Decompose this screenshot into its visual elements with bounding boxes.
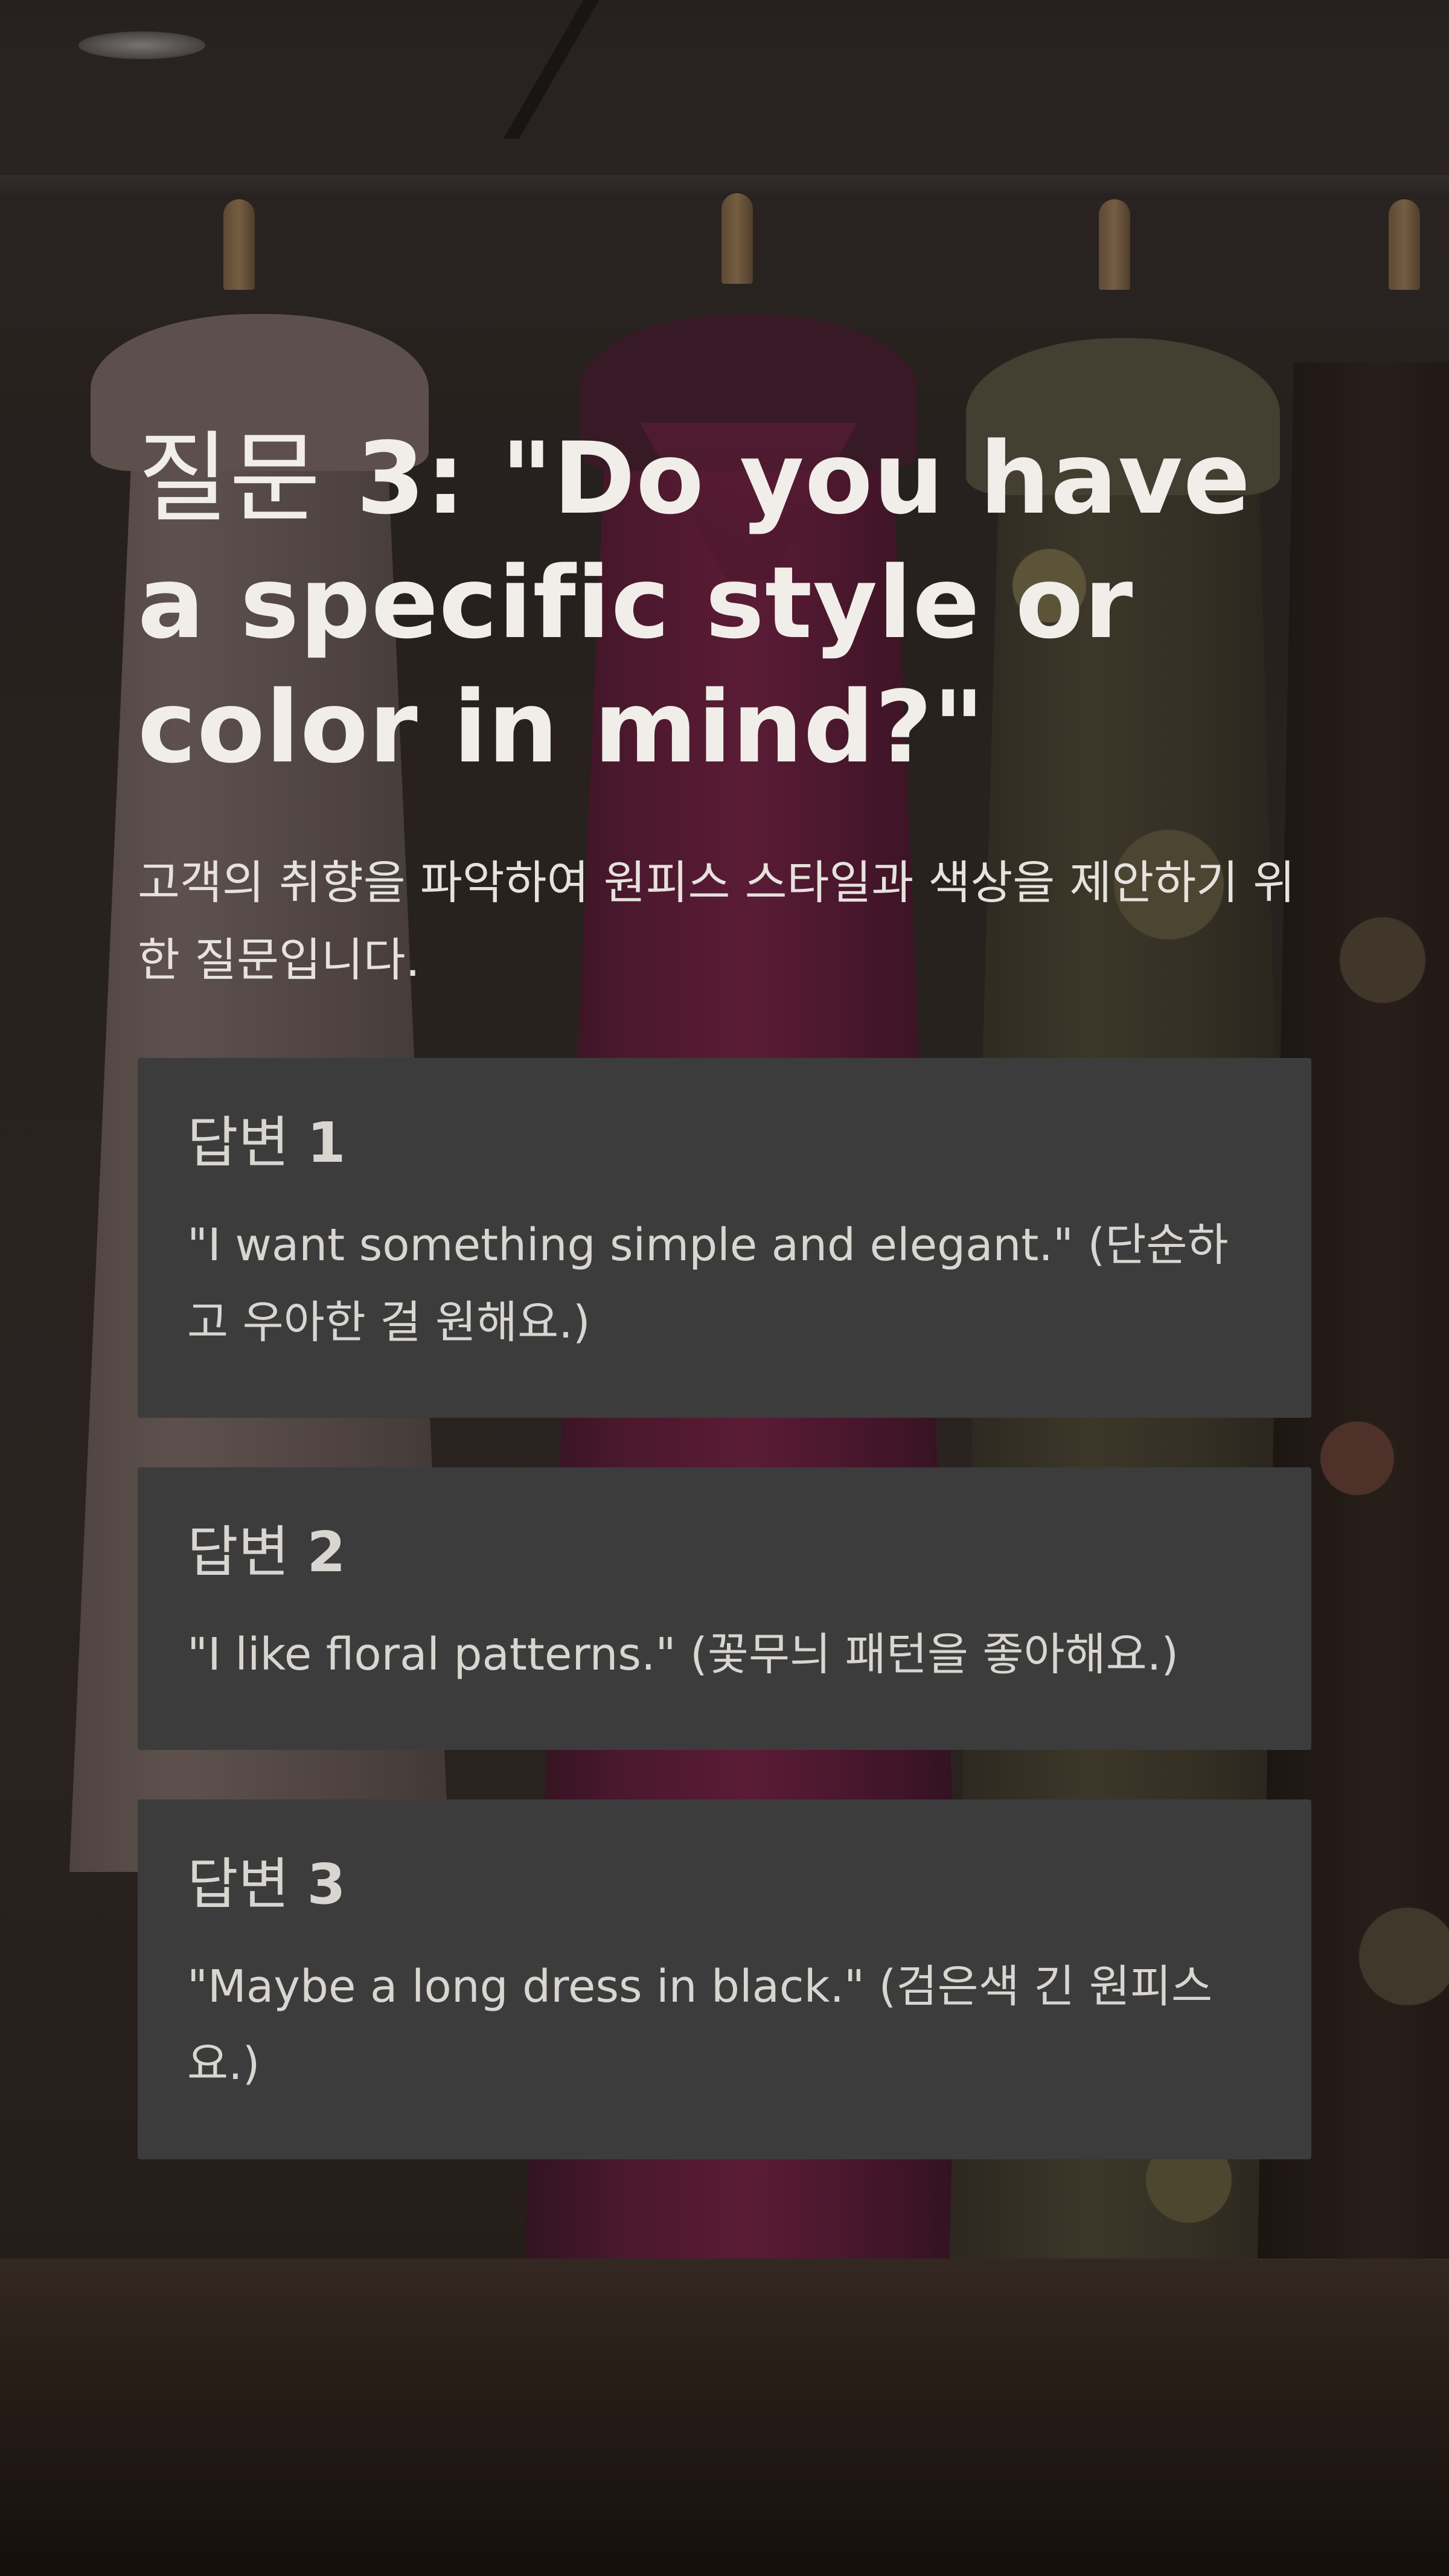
question-title: 질문 3: "Do you have a specific style or c…: [138, 417, 1311, 790]
content-area: 질문 3: "Do you have a specific style or c…: [138, 417, 1311, 2159]
answer-list: 답변 1 "I want something simple and elegan…: [138, 1058, 1311, 2159]
answer-number: 3: [307, 1852, 346, 1917]
answer-card-2: 답변 2 "I like floral patterns." (꽃무늬 패턴을 …: [138, 1467, 1311, 1750]
answer-card-3: 답변 3 "Maybe a long dress in black." (검은색…: [138, 1799, 1311, 2159]
answer-number: 1: [307, 1110, 346, 1175]
answer-title: 답변 1: [187, 1110, 1262, 1176]
answer-label: 답변: [187, 1520, 290, 1584]
answer-label: 답변: [187, 1110, 290, 1175]
answer-title: 답변 3: [187, 1851, 1262, 1918]
answer-text: "I want something simple and elegant." (…: [187, 1219, 1229, 1348]
answer-text: "I like floral patterns." (꽃무늬 패턴을 좋아해요.…: [187, 1629, 1179, 1680]
answer-card-1: 답변 1 "I want something simple and elegan…: [138, 1058, 1311, 1418]
question-description: 고객의 취향을 파악하여 원피스 스타일과 색상을 제안하기 위한 질문입니다.: [138, 856, 1296, 987]
slide: 질문 3: "Do you have a specific style or c…: [0, 0, 1449, 2576]
answer-label: 답변: [187, 1852, 290, 1917]
answer-text: "Maybe a long dress in black." (검은색 긴 원피…: [187, 1961, 1213, 2090]
answer-title: 답변 2: [187, 1519, 1262, 1586]
answer-number: 2: [307, 1520, 346, 1584]
question-label: 질문: [138, 421, 321, 536]
